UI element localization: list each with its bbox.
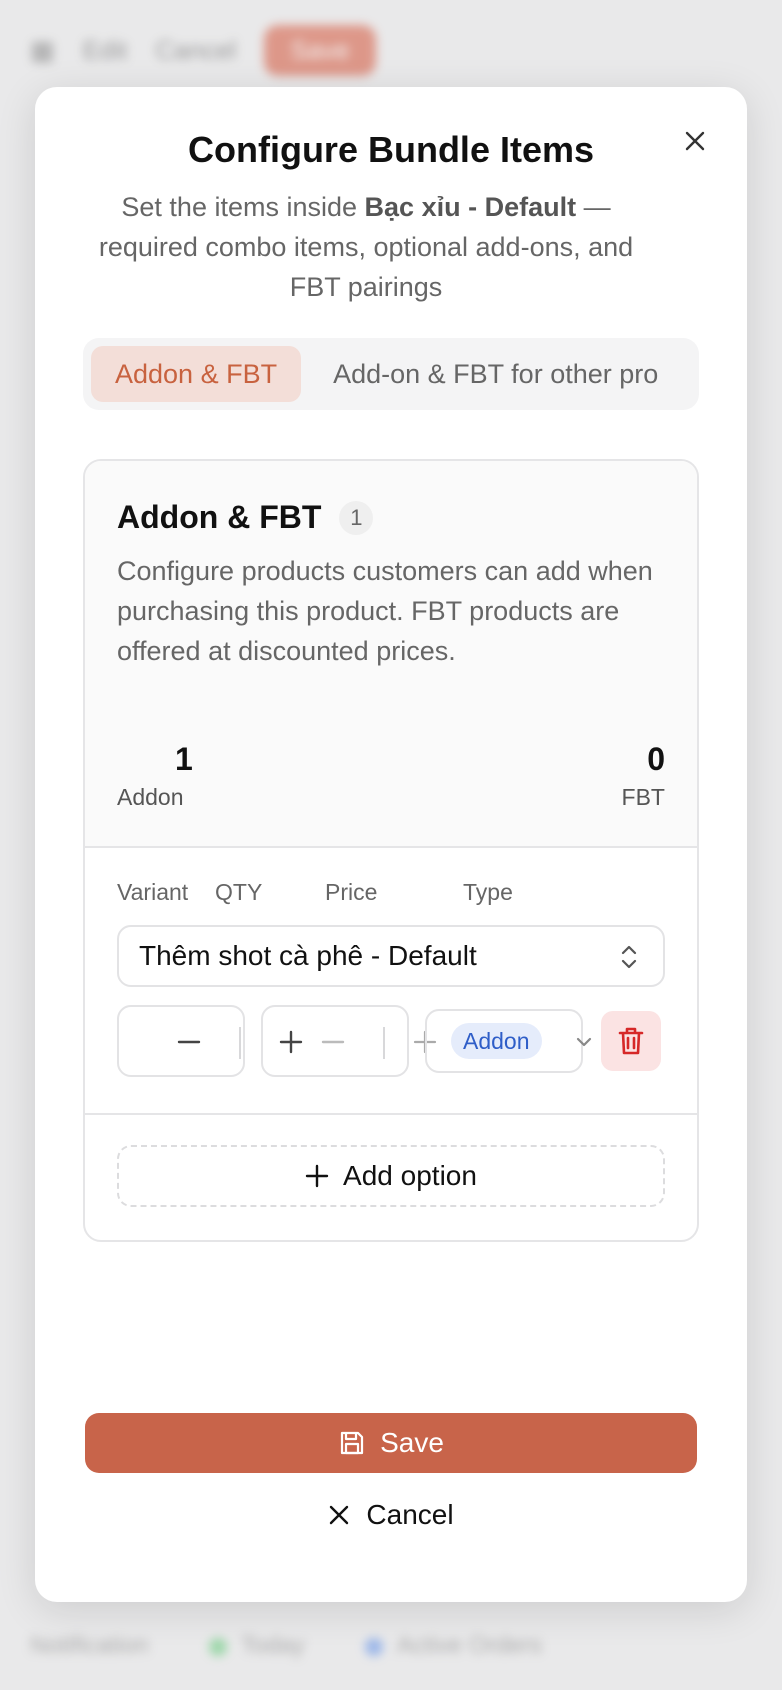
type-tag: Addon [451,1023,542,1059]
background-cancel: Cancel [155,34,237,65]
chevron-updown-icon [621,945,637,969]
save-button[interactable]: Save [85,1413,697,1473]
trash-icon [618,1027,644,1055]
column-qty: QTY [215,879,263,905]
variant-select-value: Thêm shot cà phê - Default [139,940,477,971]
column-type: Type [463,879,513,905]
fbt-stat: 0 FBT [622,741,665,811]
tab-addon-fbt-other-products[interactable]: Add-on & FBT for other pro [301,346,682,402]
addon-stat: 1 Addon [117,741,193,811]
background-menu-icon: ▦ [30,34,55,65]
fbt-count: 0 [647,741,665,777]
minus-icon[interactable] [177,1032,201,1052]
qty-stepper[interactable] [117,1005,245,1077]
card-header: Addon & FBT 1 Configure products custome… [85,461,697,848]
background-edit: Edit [82,34,128,65]
tab-bar: Addon & FBT Add-on & FBT for other pro [83,338,699,410]
cancel-label: Cancel [366,1499,454,1530]
add-option-button[interactable]: Add option [117,1145,665,1207]
column-headers: Variant QTY Price Type [117,879,513,906]
section-title-text: Addon & FBT [117,499,322,535]
column-price: Price [325,879,378,905]
minus-icon[interactable] [321,1032,345,1052]
plus-icon [305,1164,329,1188]
modal-title: Configure Bundle Items [187,129,595,170]
background-notification: Notification [30,1632,149,1659]
variant-select[interactable]: Thêm shot cà phê - Default [117,925,665,987]
background-save: Save [264,24,376,76]
addon-fbt-card: Addon & FBT 1 Configure products custome… [83,459,699,1242]
price-stepper[interactable] [261,1005,409,1077]
column-variant: Variant [117,879,189,905]
subtitle-prefix: Set the items inside [121,192,365,222]
qty-divider [239,1027,241,1059]
background-active-orders: Active Orders [364,1632,542,1660]
price-divider [383,1027,385,1059]
plus-icon[interactable] [279,1030,303,1054]
save-label: Save [380,1427,444,1458]
add-option-label: Add option [343,1160,477,1191]
fbt-label: FBT [621,784,665,810]
type-select[interactable]: Addon [425,1009,592,1073]
addon-count: 1 [175,741,193,777]
save-icon [340,1431,364,1455]
cancel-button[interactable]: Cancel [35,1487,747,1543]
configure-bundle-modal: Configure Bundle Items Set the items ins… [35,87,747,1602]
modal-subtitle: Set the items inside Bạc xỉu - Default —… [85,187,647,307]
item-row-controls: Addon [117,1005,665,1077]
section-description: Configure products customers can add whe… [117,556,653,666]
section-title: Addon & FBT 1 [117,499,374,536]
count-badge: 1 [339,500,374,535]
background-footer: Notification Today Active Orders [30,1632,782,1660]
background-toolbar: ▦ Edit Cancel Save [30,20,782,80]
x-icon [330,1505,349,1525]
subtitle-product: Bạc xỉu - Default [364,192,577,222]
background-today: Today [208,1632,305,1660]
tab-addon-fbt[interactable]: Addon & FBT [91,346,302,402]
addon-label: Addon [117,784,184,810]
chevron-down-icon [576,1037,592,1047]
card-divider [85,1113,697,1115]
delete-item-button[interactable] [601,1011,661,1071]
